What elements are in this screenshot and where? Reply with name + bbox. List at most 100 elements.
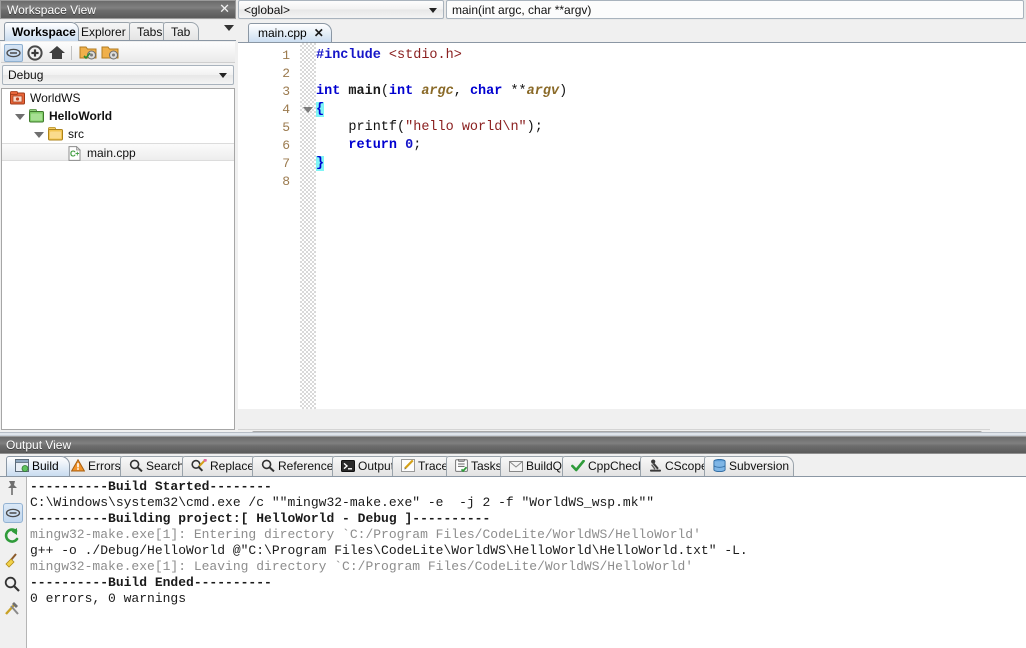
- sidebar-tab-label: Explorer: [81, 25, 126, 39]
- repeat-glyph: [4, 528, 19, 543]
- code-token: int: [388, 84, 422, 99]
- tree-item-worldws[interactable]: WorldWS: [2, 89, 234, 107]
- tree-expander-icon[interactable]: [34, 132, 44, 138]
- magnifier-glyph: [4, 576, 20, 592]
- clear-broom-icon[interactable]: [3, 551, 23, 571]
- line-number: 4: [282, 102, 290, 117]
- envelope-icon: [509, 461, 523, 475]
- code-token: char: [469, 84, 511, 99]
- editor-tab-main-cpp[interactable]: main.cpp ✕: [248, 23, 332, 43]
- references-icon: [261, 459, 275, 475]
- code-text-area[interactable]: #include <stdio.h> int main(int argc, cha…: [316, 43, 1026, 409]
- sidebar-tab-label: Tabs: [137, 25, 163, 39]
- workspace-tree[interactable]: WorldWS HelloWorld src C + main.cpp: [1, 88, 235, 430]
- output-tab-build[interactable]: Build: [6, 456, 70, 476]
- cscope-glyph: [650, 459, 661, 472]
- output-tab-tasks[interactable]: Tasks: [446, 456, 508, 476]
- replace-glyph: [191, 458, 207, 472]
- build-log-line: ----------Build Ended----------: [30, 575, 272, 590]
- scope-dropdown[interactable]: <global>: [238, 0, 444, 19]
- code-token: ,: [453, 84, 470, 99]
- replace-icon: [191, 458, 207, 475]
- workspace-glyph: [10, 91, 25, 105]
- code-line: {: [316, 101, 325, 119]
- workspace-icon: [10, 91, 25, 105]
- code-folding-margin[interactable]: [300, 43, 316, 409]
- tree-item-label: main.cpp: [87, 146, 136, 160]
- output-tab-label: Replace: [210, 459, 255, 473]
- output-tab-cscope[interactable]: CScope: [640, 456, 712, 476]
- repeat-icon[interactable]: [3, 527, 23, 547]
- code-token: **: [510, 84, 527, 99]
- build-output-log[interactable]: ----------Build Started-------- C:\Window…: [26, 477, 1026, 648]
- output-tab-label: Errors: [88, 459, 121, 473]
- fold-collapse-icon[interactable]: [303, 107, 313, 113]
- output-tabbar: Build Errors Search Replace References Output…: [0, 455, 1026, 477]
- warning-glyph: [70, 458, 86, 472]
- line-number: 6: [282, 138, 290, 153]
- home-icon[interactable]: [48, 44, 67, 62]
- home-glyph: [49, 46, 65, 59]
- sidebar-tab-tab[interactable]: Tab: [163, 22, 199, 41]
- tree-item-label: HelloWorld: [49, 109, 113, 123]
- output-tab-search[interactable]: Search: [120, 456, 190, 476]
- code-token: "hello world\n": [405, 120, 527, 135]
- output-tab-buildq[interactable]: BuildQ: [500, 456, 570, 476]
- tree-item-main-cpp[interactable]: C + main.cpp: [2, 143, 234, 161]
- code-token: ;: [413, 138, 422, 153]
- link-editor-glyph: [6, 48, 21, 58]
- find-icon[interactable]: [3, 575, 23, 595]
- project-reload-icon[interactable]: [101, 44, 120, 62]
- build-glyph: [15, 459, 29, 472]
- output-tab-output[interactable]: Output: [332, 456, 400, 476]
- line-number: 2: [282, 66, 290, 81]
- workspace-view-title: Workspace View: [7, 3, 96, 17]
- code-token: argc: [421, 84, 454, 99]
- project-folder-icon: [29, 109, 44, 123]
- output-tab-references[interactable]: References: [252, 456, 340, 476]
- scope-dropdown-value: <global>: [244, 3, 291, 17]
- tree-item-label: WorldWS: [30, 91, 81, 105]
- function-signature-field[interactable]: main(int argc, char **argv): [446, 0, 1024, 19]
- output-tab-trace[interactable]: Trace: [392, 456, 454, 476]
- code-token: int: [316, 84, 349, 99]
- add-project-icon[interactable]: [26, 44, 45, 62]
- code-token: }: [316, 156, 325, 171]
- build-icon: [15, 459, 29, 475]
- tree-item-src[interactable]: src: [2, 125, 234, 143]
- magnifier-glyph: [129, 459, 143, 473]
- output-tab-replace[interactable]: Replace: [182, 456, 260, 476]
- sidebar-tab-explorer[interactable]: Explorer: [73, 22, 135, 41]
- link-icon[interactable]: [3, 503, 23, 523]
- pin-icon[interactable]: [3, 479, 23, 499]
- tree-expander-icon[interactable]: [15, 114, 25, 120]
- build-log-line: C:\Windows\system32\cmd.exe /c ""mingw32…: [30, 495, 655, 510]
- close-icon[interactable]: ✕: [314, 26, 324, 40]
- close-icon[interactable]: ✕: [219, 2, 230, 16]
- hammer-wrench-glyph: [5, 602, 19, 615]
- folder-gear-alt-glyph: [101, 46, 119, 60]
- project-settings-icon[interactable]: [79, 44, 98, 62]
- build-configuration-dropdown[interactable]: Debug: [2, 65, 234, 85]
- build-tools-icon[interactable]: [3, 599, 23, 619]
- output-tab-label: Tasks: [471, 459, 502, 473]
- output-tab-cppcheck[interactable]: CppCheck: [562, 456, 648, 476]
- build-log-line: 0 errors, 0 warnings: [30, 591, 187, 606]
- sidebar-tab-workspace[interactable]: Workspace: [4, 22, 79, 41]
- tabs-overflow-chevron-icon[interactable]: [224, 25, 234, 31]
- code-line: #include <stdio.h>: [316, 47, 462, 65]
- link-editor-icon[interactable]: [4, 44, 23, 62]
- plus-circle-glyph: [27, 45, 43, 61]
- output-tab-errors[interactable]: Errors: [62, 456, 128, 476]
- build-configuration-value: Debug: [8, 68, 44, 82]
- console-icon: [341, 460, 355, 475]
- code-token: argv: [526, 84, 560, 99]
- code-editor[interactable]: 1 2 3 4 5 6 7 8 #include <stdio.h> int main(int …: [238, 43, 1026, 409]
- line-number: 1: [282, 48, 290, 63]
- cpp-file-glyph: C +: [68, 145, 81, 161]
- output-tab-subversion[interactable]: Subversion: [704, 456, 794, 476]
- trace-glyph: [401, 459, 415, 472]
- tasks-icon: [455, 458, 468, 475]
- tree-item-helloworld[interactable]: HelloWorld: [2, 107, 234, 125]
- build-log-line: g++ -o ./Debug/HelloWorld @"C:\Program F…: [30, 543, 748, 558]
